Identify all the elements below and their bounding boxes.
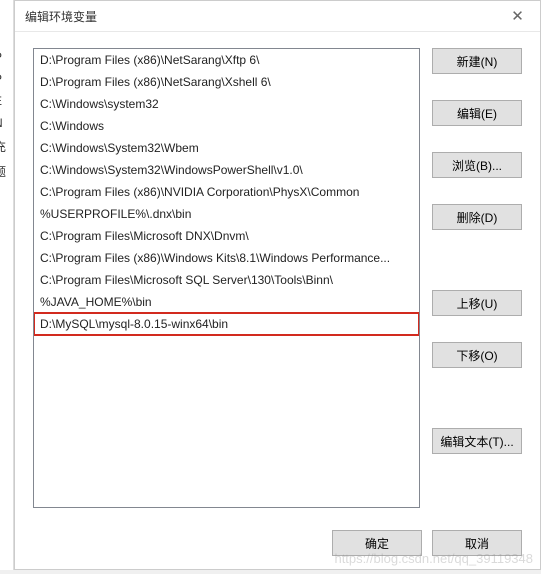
list-item[interactable]: C:\Windows	[34, 115, 419, 137]
list-item[interactable]: %JAVA_HOME%\bin	[34, 291, 419, 313]
close-button[interactable]: ✕	[495, 1, 540, 31]
new-button[interactable]: 新建(N)	[432, 48, 522, 74]
list-item[interactable]: D:\Program Files (x86)\NetSarang\Xshell …	[34, 71, 419, 93]
titlebar: 编辑环境变量 ✕	[15, 1, 540, 32]
cancel-button[interactable]: 取消	[432, 530, 522, 556]
edit-text-button[interactable]: 编辑文本(T)...	[432, 428, 522, 454]
dialog-title: 编辑环境变量	[25, 8, 97, 25]
list-item[interactable]: C:\Windows\system32	[34, 93, 419, 115]
background-window-fragments: dPPEN充题d	[0, 0, 14, 570]
side-button-column: 新建(N) 编辑(E) 浏览(B)... 删除(D) 上移(U) 下移(O) 编…	[432, 48, 522, 508]
close-icon: ✕	[511, 7, 524, 25]
ok-button[interactable]: 确定	[332, 530, 422, 556]
list-item[interactable]: C:\Program Files\Microsoft SQL Server\13…	[34, 269, 419, 291]
dialog-content: D:\Program Files (x86)\NetSarang\Xftp 6\…	[15, 32, 540, 520]
list-item[interactable]: C:\Windows\System32\Wbem	[34, 137, 419, 159]
list-item[interactable]: C:\Windows\System32\WindowsPowerShell\v1…	[34, 159, 419, 181]
list-item[interactable]: %USERPROFILE%\.dnx\bin	[34, 203, 419, 225]
list-item[interactable]: C:\Program Files (x86)\Windows Kits\8.1\…	[34, 247, 419, 269]
list-item[interactable]: C:\Program Files\Microsoft DNX\Dnvm\	[34, 225, 419, 247]
path-listbox[interactable]: D:\Program Files (x86)\NetSarang\Xftp 6\…	[33, 48, 420, 508]
list-item[interactable]: D:\MySQL\mysql-8.0.15-winx64\bin	[34, 313, 419, 335]
dialog-button-bar: 确定 取消	[15, 520, 540, 574]
edit-button[interactable]: 编辑(E)	[432, 100, 522, 126]
list-item[interactable]: C:\Program Files (x86)\NVIDIA Corporatio…	[34, 181, 419, 203]
browse-button[interactable]: 浏览(B)...	[432, 152, 522, 178]
edit-env-var-dialog: 编辑环境变量 ✕ D:\Program Files (x86)\NetSaran…	[14, 0, 541, 570]
delete-button[interactable]: 删除(D)	[432, 204, 522, 230]
list-item[interactable]: D:\Program Files (x86)\NetSarang\Xftp 6\	[34, 49, 419, 71]
move-up-button[interactable]: 上移(U)	[432, 290, 522, 316]
move-down-button[interactable]: 下移(O)	[432, 342, 522, 368]
